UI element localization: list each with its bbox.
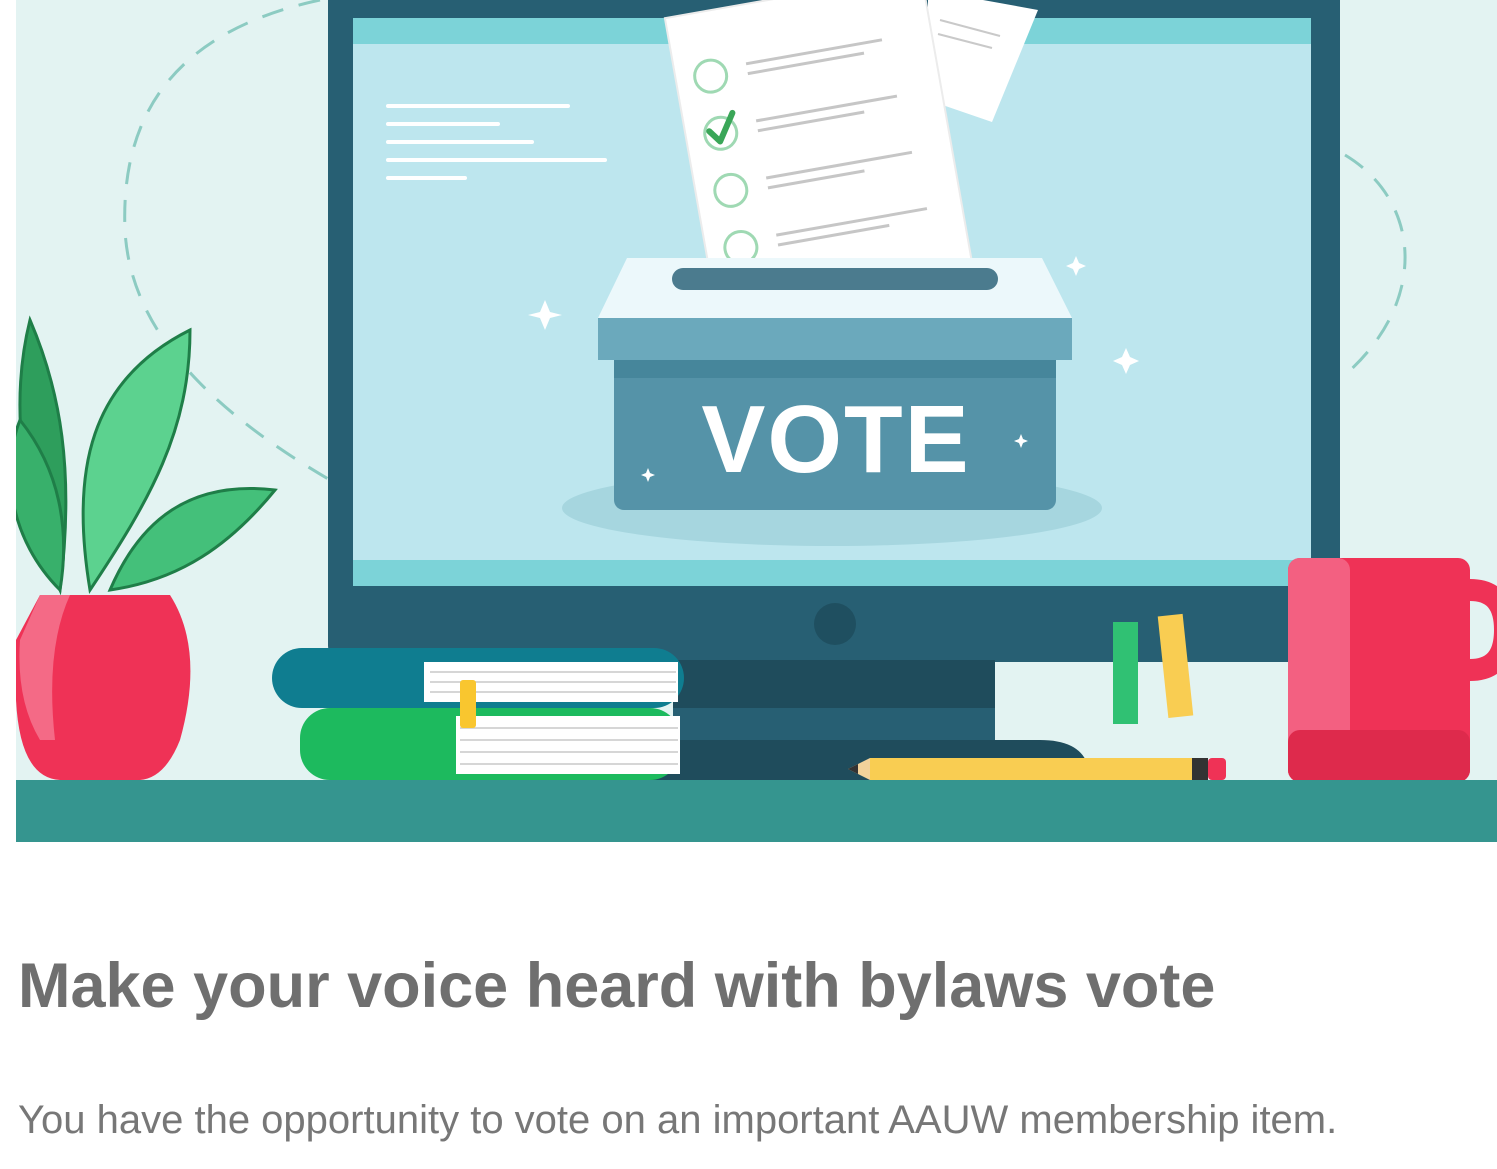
email-page: VOTE Make your voice heard with bylaws v… [0,0,1497,1169]
hero-vote-illustration: VOTE [16,0,1497,842]
article-headline: Make your voice heard with bylaws vote [18,951,1216,1021]
vote-label: VOTE [701,386,970,493]
article-body-text: You have the opportunity to vote on an i… [18,1098,1338,1142]
